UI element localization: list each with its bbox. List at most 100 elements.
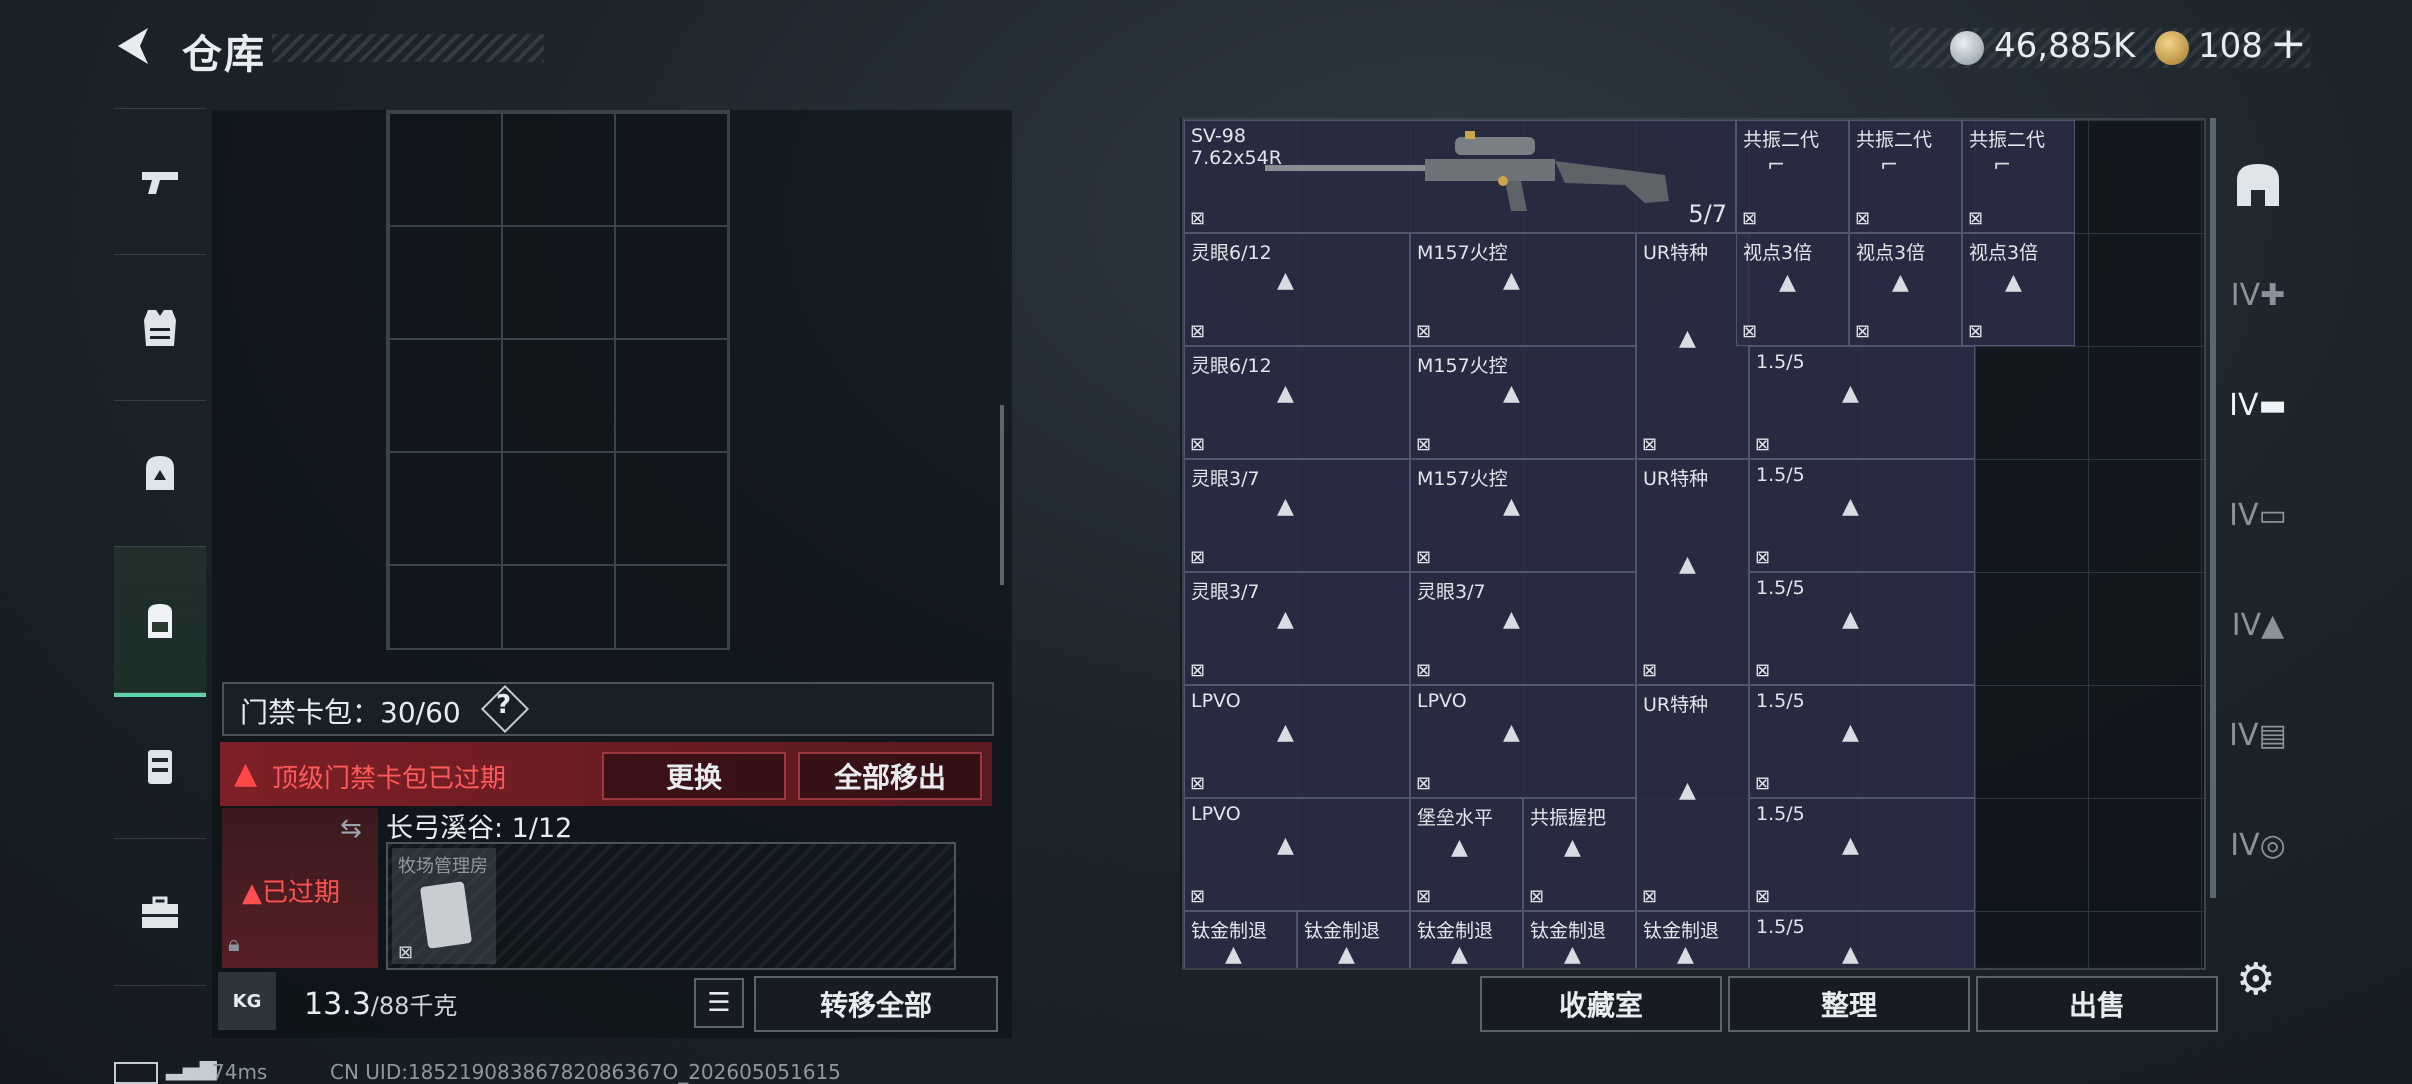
scope-item[interactable]: 1.5/5 ▲ ⊠: [1749, 798, 1975, 911]
no-insure-icon: ⊠: [1968, 321, 1984, 342]
scope-item[interactable]: 1.5/5 ▲ ⊠: [1749, 346, 1975, 459]
sell-button[interactable]: 出售: [1976, 976, 2218, 1032]
sort-button[interactable]: 整理: [1728, 976, 1970, 1032]
left-category-nav: [114, 108, 206, 1008]
help-icon[interactable]: ?: [496, 690, 511, 720]
keycard-slot-row: 牧场管理房 ⊠: [386, 842, 956, 970]
sight-item[interactable]: 视点3倍 ▲ ⊠: [1962, 233, 2075, 346]
collection-room-button[interactable]: 收藏室: [1480, 976, 1722, 1032]
placeholder-icon: ▲: [1779, 270, 1796, 295]
grip-item[interactable]: 共振握把 ▲ ⊠: [1523, 798, 1636, 911]
muzzle-item[interactable]: 钛金制退 ▲: [1523, 911, 1636, 968]
nav-item-toolbox[interactable]: [114, 838, 206, 986]
battery-icon: [114, 1062, 158, 1084]
scope-item[interactable]: M157火控 ▲ ⊠: [1410, 233, 1636, 346]
item-label: 1.5/5: [1756, 464, 1805, 486]
no-insure-icon: ⊠: [1755, 434, 1771, 455]
back-icon[interactable]: [112, 24, 162, 74]
placeholder-icon: ▲: [1679, 552, 1696, 577]
muzzle-item[interactable]: 钛金制退 ▲: [1297, 911, 1410, 968]
ammo-icon: IV▭: [2229, 497, 2287, 533]
expired-card-pack[interactable]: ⇆ ▲已过期 🔒︎: [222, 808, 378, 968]
map-area-label: 长弓溪谷: 1/12: [386, 813, 573, 844]
bipod-item[interactable]: 堡垒水平 ▲ ⊠: [1410, 798, 1523, 911]
item-label: 灵眼3/7: [1191, 581, 1260, 603]
transfer-all-button[interactable]: 转移全部: [754, 976, 998, 1032]
sight-item[interactable]: 视点3倍 ▲ ⊠: [1849, 233, 1962, 346]
grip-icon: ⌐: [1993, 153, 2012, 178]
scope-item[interactable]: 灵眼3/7 ▲ ⊠: [1184, 459, 1410, 572]
placeholder-icon: ▲: [1277, 381, 1294, 406]
scope-item[interactable]: 灵眼3/7 ▲ ⊠: [1410, 572, 1636, 685]
scope-item[interactable]: M157火控 ▲ ⊠: [1410, 346, 1636, 459]
right-scrollbar[interactable]: [2210, 118, 2216, 898]
grip-item[interactable]: 共振二代 ⌐ ⊠: [1736, 120, 1849, 233]
misc-icon: IV◎: [2230, 827, 2286, 863]
muzzle-item[interactable]: 钛金制退 ▲: [1184, 911, 1297, 968]
tab-armor[interactable]: IV▤: [2218, 680, 2298, 790]
no-insure-icon: ⊠: [1190, 773, 1206, 794]
weight-current: 13.3: [304, 987, 371, 1022]
muzzle-item[interactable]: 钛金制退 ▲: [1636, 911, 1749, 968]
sniper-rifle-icon: [1265, 131, 1669, 211]
remove-all-button[interactable]: 全部移出: [798, 752, 982, 800]
list-icon: ☰: [707, 988, 731, 1018]
scope-item[interactable]: LPVO ▲ ⊠: [1184, 798, 1410, 911]
scope-item[interactable]: LPVO ▲ ⊠: [1410, 685, 1636, 798]
tab-ammo[interactable]: IV▭: [2218, 460, 2298, 570]
scope-item[interactable]: UR特种 ▲ ⊠: [1636, 459, 1749, 685]
scope-item[interactable]: M157火控 ▲ ⊠: [1410, 459, 1636, 572]
card-pack-capacity: 门禁卡包：30/60: [240, 696, 461, 729]
keycard-icon: [419, 881, 473, 949]
nav-item-weapons[interactable]: [114, 108, 206, 255]
nav-item-backpack[interactable]: [114, 546, 206, 697]
scope-item[interactable]: 灵眼6/12 ▲ ⊠: [1184, 346, 1410, 459]
muzzle-item[interactable]: 钛金制退 ▲: [1410, 911, 1523, 968]
tab-keys[interactable]: IV▲: [2218, 570, 2298, 680]
scope-item[interactable]: 1.5/5 ▲: [1749, 911, 1975, 968]
backpack-grid[interactable]: [386, 110, 730, 650]
replace-button[interactable]: 更换: [602, 752, 786, 800]
item-label: LPVO: [1191, 690, 1241, 712]
nav-item-chest-rig[interactable]: [114, 692, 206, 839]
add-currency-button[interactable]: +: [2270, 18, 2307, 69]
scope-item[interactable]: 1.5/5 ▲ ⊠: [1749, 459, 1975, 572]
scope-item[interactable]: LPVO ▲ ⊠: [1184, 685, 1410, 798]
medkit-icon: IV✚: [2230, 277, 2286, 313]
tab-weapons[interactable]: IV▬: [2218, 350, 2298, 460]
tab-overview[interactable]: [2218, 130, 2298, 240]
scope-item[interactable]: UR特种 ▲ ⊠: [1636, 685, 1749, 911]
placeholder-icon: ▲: [1679, 778, 1696, 803]
keycard-item[interactable]: 牧场管理房 ⊠: [392, 848, 496, 964]
item-label: 灵眼3/7: [1417, 581, 1486, 603]
weapon-item[interactable]: SV-98 7.62x54R 5/7 ⊠: [1184, 120, 1736, 233]
placeholder-icon: ▲: [1564, 835, 1581, 860]
grip-item[interactable]: 共振二代 ⌐ ⊠: [1962, 120, 2075, 233]
expired-label: ▲已过期: [242, 878, 340, 908]
placeholder-icon: ▲: [1842, 942, 1859, 967]
item-label: 1.5/5: [1756, 577, 1805, 599]
scope-item[interactable]: 1.5/5 ▲ ⊠: [1749, 572, 1975, 685]
silver-currency-value: 46,885K: [1994, 26, 2136, 66]
nav-item-armor[interactable]: [114, 254, 206, 401]
toolbox-icon: [142, 896, 178, 928]
no-insure-icon: ⊠: [1416, 773, 1432, 794]
settings-gear-icon[interactable]: ⚙: [2236, 954, 2275, 1005]
tab-misc[interactable]: IV◎: [2218, 790, 2298, 900]
grip-item[interactable]: 共振二代 ⌐ ⊠: [1849, 120, 1962, 233]
nav-item-helmet[interactable]: [114, 400, 206, 547]
no-insure-icon: ⊠: [1642, 660, 1658, 681]
swap-icon[interactable]: ⇆: [340, 814, 362, 844]
tab-medical[interactable]: IV✚: [2218, 240, 2298, 350]
sight-item[interactable]: 视点3倍 ▲ ⊠: [1736, 233, 1849, 346]
key-icon: IV▲: [2231, 607, 2285, 643]
left-scrollbar[interactable]: [1000, 405, 1004, 585]
scope-item[interactable]: 灵眼6/12 ▲ ⊠: [1184, 233, 1410, 346]
gold-coin-icon: [2155, 31, 2189, 65]
scope-item[interactable]: UR特种 ▲ ⊠: [1636, 233, 1749, 459]
scope-item[interactable]: 1.5/5 ▲ ⊠: [1749, 685, 1975, 798]
item-label: 视点3倍: [1743, 242, 1813, 264]
list-view-button[interactable]: ☰: [694, 978, 744, 1028]
item-label: 钛金制退: [1191, 920, 1268, 942]
scope-item[interactable]: 灵眼3/7 ▲ ⊠: [1184, 572, 1410, 685]
